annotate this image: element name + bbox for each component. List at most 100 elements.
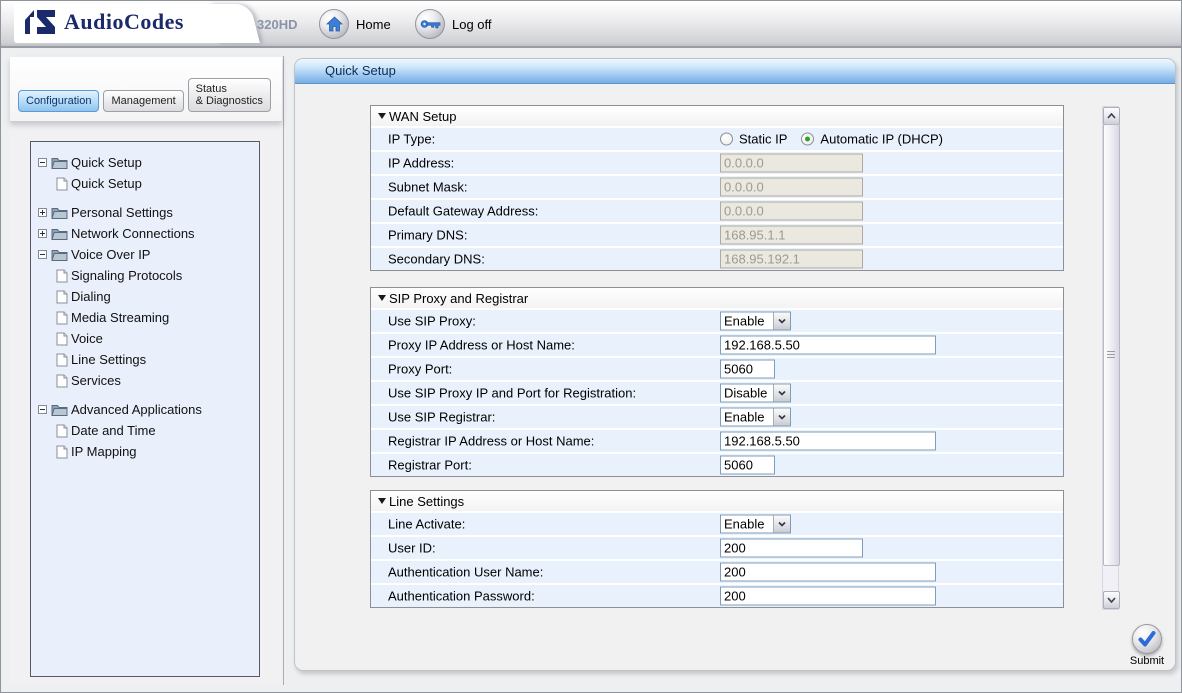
chevron-down-icon[interactable] <box>773 516 790 533</box>
home-label: Home <box>356 17 391 32</box>
auth-user-name-input[interactable] <box>720 563 936 582</box>
row-ip-address: IP Address: <box>371 150 1063 174</box>
field-label: Proxy Port: <box>388 362 452 377</box>
field-label: Authentication User Name: <box>388 565 543 580</box>
field-label: IP Address: <box>388 156 454 171</box>
field-label: Subnet Mask: <box>388 180 468 195</box>
main-panel: Quick Setup WAN Setup IP Type: Static IP… <box>294 58 1176 671</box>
section-sip-proxy-registrar: SIP Proxy and Registrar Use SIP Proxy: E… <box>370 287 1064 477</box>
logoff-button[interactable]: Log off <box>415 9 492 39</box>
home-button[interactable]: Home <box>319 9 391 39</box>
collapse-icon[interactable] <box>38 158 47 167</box>
page-icon <box>56 269 68 283</box>
registrar-port-input[interactable] <box>720 456 775 475</box>
vertical-scrollbar[interactable] <box>1102 106 1119 610</box>
tree-item-line-settings[interactable]: Line Settings <box>31 349 259 370</box>
row-auth-password: Authentication Password: <box>371 583 1063 607</box>
static-ip-radio[interactable] <box>720 133 733 146</box>
page-icon <box>56 311 68 325</box>
row-auth-user-name: Authentication User Name: <box>371 559 1063 583</box>
checkmark-icon <box>1132 624 1162 654</box>
tree-item-label: Advanced Applications <box>71 402 202 417</box>
sip-proxy-registrar-header[interactable]: SIP Proxy and Registrar <box>371 288 1063 308</box>
user-id-input[interactable] <box>720 539 863 558</box>
collapse-triangle-icon <box>378 295 386 301</box>
audiocodes-logo: AudioCodes <box>23 9 184 35</box>
use-sip-proxy-select[interactable]: Enable <box>720 312 791 331</box>
field-label: Line Activate: <box>388 517 465 532</box>
tree-item-label: Voice <box>71 331 103 346</box>
tree-item-advanced-applications[interactable]: Advanced Applications <box>31 399 259 420</box>
submit-button[interactable]: Submit <box>1124 624 1170 667</box>
tree-item-label: Signaling Protocols <box>71 268 182 283</box>
tab-management[interactable]: Management <box>103 90 183 112</box>
app-window: AudioCodes 320HD Home Log off <box>0 0 1182 693</box>
tree-item-label: IP Mapping <box>71 444 137 459</box>
scroll-down-button[interactable] <box>1103 591 1120 609</box>
tree-item-voice[interactable]: Voice <box>31 328 259 349</box>
use-proxy-for-registration-select[interactable]: Disable <box>720 384 791 403</box>
tree-item-label: Media Streaming <box>71 310 169 325</box>
folder-icon <box>51 248 68 262</box>
row-user-id: User ID: <box>371 535 1063 559</box>
field-label: Default Gateway Address: <box>388 204 538 219</box>
field-label: IP Type: <box>388 132 435 147</box>
device-model: 320HD <box>257 17 297 32</box>
section-title: WAN Setup <box>389 109 456 124</box>
tabs-row: Configuration Management Status & Diagno… <box>18 78 271 112</box>
scroll-up-button[interactable] <box>1103 107 1120 125</box>
tree-item-quick-setup-folder[interactable]: Quick Setup <box>31 152 259 173</box>
field-label: Primary DNS: <box>388 228 467 243</box>
folder-icon <box>51 206 68 220</box>
section-title: SIP Proxy and Registrar <box>389 291 528 306</box>
tree-item-personal-settings[interactable]: Personal Settings <box>31 202 259 223</box>
tab-configuration[interactable]: Configuration <box>18 90 99 112</box>
chevron-down-icon[interactable] <box>773 313 790 330</box>
tree-item-voice-over-ip[interactable]: Voice Over IP <box>31 244 259 265</box>
scrollbar-thumb[interactable] <box>1103 124 1120 566</box>
use-sip-registrar-select[interactable]: Enable <box>720 408 791 427</box>
row-registrar-ip: Registrar IP Address or Host Name: <box>371 428 1063 452</box>
selected-value: Disable <box>721 385 773 402</box>
chevron-down-icon[interactable] <box>773 385 790 402</box>
tree-item-date-and-time[interactable]: Date and Time <box>31 420 259 441</box>
selected-value: Enable <box>721 409 773 426</box>
tree-item-signaling-protocols[interactable]: Signaling Protocols <box>31 265 259 286</box>
tree-item-dialing[interactable]: Dialing <box>31 286 259 307</box>
expand-icon[interactable] <box>38 229 47 238</box>
collapse-icon[interactable] <box>38 405 47 414</box>
tree-item-quick-setup-page[interactable]: Quick Setup <box>31 173 259 194</box>
proxy-port-input[interactable] <box>720 360 775 379</box>
tree-item-services[interactable]: Services <box>31 370 259 391</box>
collapse-triangle-icon <box>378 113 386 119</box>
default-gateway-input <box>720 202 863 221</box>
proxy-ip-input[interactable] <box>720 336 936 355</box>
wan-setup-header[interactable]: WAN Setup <box>371 106 1063 126</box>
line-activate-select[interactable]: Enable <box>720 515 791 534</box>
auth-password-input[interactable] <box>720 587 936 606</box>
field-label: Secondary DNS: <box>388 252 485 267</box>
collapse-triangle-icon <box>378 498 386 504</box>
tab-status-diagnostics[interactable]: Status & Diagnostics <box>188 78 271 112</box>
section-title: Line Settings <box>389 494 464 509</box>
registrar-ip-input[interactable] <box>720 432 936 451</box>
tree-item-label: Date and Time <box>71 423 156 438</box>
tree-item-label: Dialing <box>71 289 111 304</box>
sidebar: Configuration Management Status & Diagno… <box>9 56 284 685</box>
tree-item-network-connections[interactable]: Network Connections <box>31 223 259 244</box>
expand-icon[interactable] <box>38 208 47 217</box>
tree-item-media-streaming[interactable]: Media Streaming <box>31 307 259 328</box>
static-ip-radio-label: Static IP <box>739 132 787 147</box>
tree-item-ip-mapping[interactable]: IP Mapping <box>31 441 259 462</box>
collapse-icon[interactable] <box>38 250 47 259</box>
line-settings-header[interactable]: Line Settings <box>371 491 1063 511</box>
scrollbar-grip-icon <box>1107 351 1115 358</box>
automatic-ip-dhcp-radio-label: Automatic IP (DHCP) <box>820 132 943 147</box>
field-label: Authentication Password: <box>388 589 535 604</box>
field-label: Proxy IP Address or Host Name: <box>388 338 575 353</box>
brand-name: AudioCodes <box>64 9 184 35</box>
automatic-ip-dhcp-radio[interactable] <box>801 133 814 146</box>
subnet-mask-input <box>720 178 863 197</box>
chevron-down-icon[interactable] <box>773 409 790 426</box>
tree-item-label: Personal Settings <box>71 205 173 220</box>
